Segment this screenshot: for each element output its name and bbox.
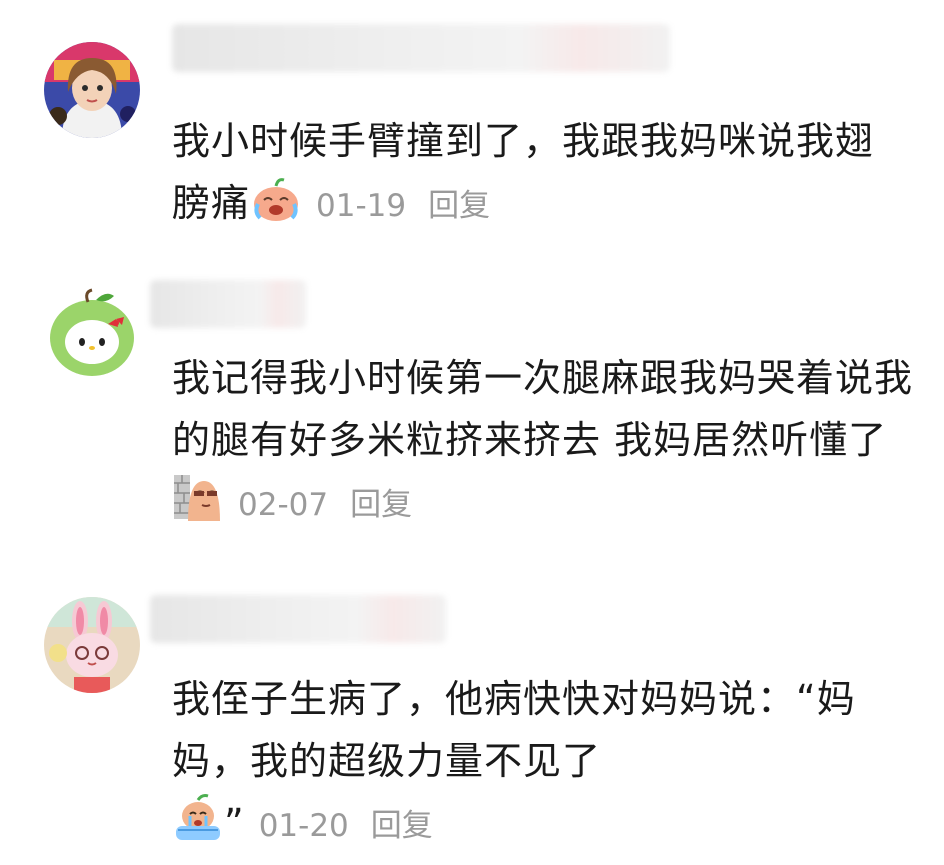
crying-in-tub-emoji-icon (172, 792, 224, 844)
comment-item: 我侄子生病了，他病快快对妈妈说：“妈妈，我的超级力量不见了 ” 01-20 回复 (0, 585, 944, 865)
comment-text: 我侄子生病了，他病快快对妈妈说：“妈妈，我的超级力量不见了 (172, 677, 856, 783)
peeking-wall-emoji-icon (172, 471, 224, 523)
comment-body: 我侄子生病了，他病快快对妈妈说：“妈妈，我的超级力量不见了 ” 01-20 回复 (172, 668, 872, 857)
hello-kitty-apple-avatar-icon (44, 284, 140, 380)
comment-item: 我小时候手臂撞到了，我跟我妈咪说我翅膀痛 01-19 回复 (0, 0, 944, 250)
comment-item: 我记得我小时候第一次腿麻跟我妈哭着说我的腿有好多米粒挤来挤去 我妈居然听懂了 0… (0, 270, 944, 560)
reply-button[interactable]: 回复 (350, 487, 412, 523)
reply-button[interactable]: 回复 (371, 808, 433, 844)
comment-meta: 01-20 回复 (245, 808, 433, 844)
crying-laughing-face-emoji-icon (250, 172, 302, 224)
comment-date: 02-07 (238, 487, 329, 523)
comment-date: 01-19 (316, 188, 407, 224)
comment-text: 我记得我小时候第一次腿麻跟我妈哭着说我的腿有好多米粒挤来挤去 我妈居然听懂了 (172, 356, 914, 462)
anime-girl-avatar-icon (44, 42, 140, 138)
comment-meta: 02-07 回复 (224, 487, 412, 523)
comment-body: 我记得我小时候第一次腿麻跟我妈哭着说我的腿有好多米粒挤来挤去 我妈居然听懂了 0… (172, 347, 922, 536)
username-blurred[interactable] (150, 280, 306, 328)
username-blurred[interactable] (172, 24, 670, 72)
comment-date: 01-20 (258, 808, 349, 844)
closing-quote: ” (224, 801, 245, 845)
user-avatar[interactable] (44, 42, 140, 138)
user-avatar[interactable] (44, 284, 140, 380)
username-blurred[interactable] (150, 595, 446, 643)
comment-body: 我小时候手臂撞到了，我跟我妈咪说我翅膀痛 01-19 回复 (172, 110, 912, 237)
reply-button[interactable]: 回复 (428, 188, 490, 224)
user-avatar[interactable] (44, 597, 140, 693)
pink-bunny-avatar-icon (44, 597, 140, 693)
comment-meta: 01-19 回复 (302, 188, 490, 224)
